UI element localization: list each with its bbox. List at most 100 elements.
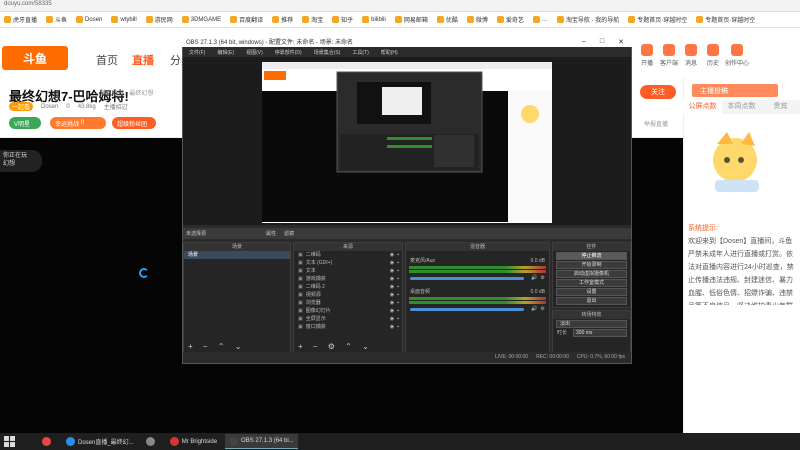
visibility-eye-icon[interactable]: ◉ bbox=[390, 283, 394, 291]
source-item[interactable]: ▣ 图像幻灯片 ◉ ▪ bbox=[294, 307, 402, 315]
bookmark-item[interactable]: 专题首页·穿越时空 bbox=[628, 15, 687, 24]
source-item[interactable]: ▣ 二维码 2 ◉ ▪ bbox=[294, 283, 402, 291]
lock-icon[interactable]: ▪ bbox=[397, 275, 399, 283]
volume-slider[interactable] bbox=[410, 307, 525, 311]
bookmark-item[interactable]: 淘宝 bbox=[302, 15, 323, 24]
bookmark-item[interactable]: 网易邮箱 bbox=[394, 15, 428, 24]
gear-icon[interactable]: ⚙ bbox=[541, 274, 545, 282]
breadcrumb-category[interactable]: 单机热游 · 最终幻想 bbox=[100, 88, 153, 97]
bookmark-item[interactable]: bilibili bbox=[362, 16, 386, 23]
bookmark-item[interactable]: 3DMGAME bbox=[181, 16, 221, 23]
lock-icon[interactable]: ▪ bbox=[397, 291, 399, 299]
obs-menu-item[interactable]: 帮助(H) bbox=[381, 49, 398, 56]
nav-live[interactable]: 直播 bbox=[132, 52, 154, 68]
url-text[interactable]: douyu.com/58335 bbox=[4, 1, 52, 7]
lock-icon[interactable]: ▪ bbox=[397, 323, 399, 331]
tab-vip[interactable]: 贵宾 bbox=[761, 100, 800, 114]
douyu-logo[interactable]: 斗鱼 bbox=[2, 46, 68, 70]
speaker-icon[interactable]: 🔊 bbox=[531, 274, 537, 282]
bookmark-item[interactable]: 斗鱼 bbox=[46, 15, 67, 24]
volume-slider[interactable] bbox=[410, 276, 525, 280]
tab-public-points[interactable]: 公屏点数 bbox=[683, 100, 722, 114]
streamer-name[interactable]: Dosen bbox=[41, 104, 58, 110]
bookmark-item[interactable]: 百度翻译 bbox=[230, 15, 263, 24]
source-item[interactable]: ▣ 二维码 ◉ ▪ bbox=[294, 251, 402, 259]
taskbar-app[interactable]: Mr Brightside bbox=[166, 434, 221, 449]
visibility-eye-icon[interactable]: ◉ bbox=[390, 267, 394, 275]
visibility-eye-icon[interactable]: ◉ bbox=[390, 259, 394, 267]
bookmark-item[interactable]: 淘宝导航 - 我的导航 bbox=[556, 15, 619, 24]
challenge-button[interactable]: 幸运挑战 0 bbox=[50, 117, 106, 129]
obs-menu-item[interactable]: 场景集合(S) bbox=[314, 49, 341, 56]
bookmark-item[interactable]: 爱奇艺 bbox=[496, 15, 524, 24]
visibility-eye-icon[interactable]: ◉ bbox=[390, 315, 394, 323]
bookmark-item[interactable]: 优酷 bbox=[436, 15, 458, 24]
visibility-eye-icon[interactable]: ◉ bbox=[390, 307, 394, 315]
bookmark-item[interactable]: 推荐 bbox=[272, 15, 293, 24]
nav-home[interactable]: 首页 bbox=[96, 52, 118, 68]
visibility-eye-icon[interactable]: ◉ bbox=[390, 291, 394, 299]
obs-menu-item[interactable]: 视图(V) bbox=[246, 49, 263, 56]
visibility-eye-icon[interactable]: ◉ bbox=[390, 251, 394, 259]
lock-icon[interactable]: ▪ bbox=[397, 299, 399, 307]
fanclub-button[interactable]: 超级粉丝团 bbox=[112, 117, 156, 129]
bookmark-item[interactable]: 专题首页·穿越时空 bbox=[696, 15, 755, 24]
taskbar-app[interactable] bbox=[38, 434, 58, 449]
bookmark-item[interactable]: wtybill bbox=[111, 16, 137, 23]
obs-titlebar[interactable]: OBS 27.1.3 (64 bit, windows) - 配置文件: 未命名… bbox=[182, 36, 632, 47]
anchor-submit-button[interactable]: 主播投稿 bbox=[692, 84, 778, 97]
source-item[interactable]: ▣ 游戏捕获 ◉ ▪ bbox=[294, 275, 402, 283]
lock-icon[interactable]: ▪ bbox=[397, 315, 399, 323]
maximize-icon[interactable]: □ bbox=[600, 38, 604, 46]
visibility-eye-icon[interactable]: ◉ bbox=[390, 323, 394, 331]
lock-icon[interactable]: ▪ bbox=[397, 307, 399, 315]
control-button-4[interactable]: 设置 bbox=[556, 288, 627, 296]
creator-center-icon[interactable]: 创作中心 bbox=[724, 44, 750, 67]
speaker-icon[interactable]: 🔊 bbox=[531, 305, 537, 313]
close-icon[interactable]: ✕ bbox=[618, 38, 624, 46]
duration-input[interactable]: 300 ms bbox=[573, 329, 627, 337]
tab-weekly-points[interactable]: 本周点数 bbox=[722, 100, 761, 114]
lock-icon[interactable]: ▪ bbox=[397, 267, 399, 275]
bookmark-item[interactable]: 游民网 bbox=[145, 15, 173, 24]
transition-select[interactable]: 淡出 bbox=[556, 320, 627, 328]
source-item[interactable]: ▣ 文本 (GDI+) ◉ ▪ bbox=[294, 259, 402, 267]
control-button-5[interactable]: 退出 bbox=[556, 297, 627, 305]
obs-menu-item[interactable]: 工具(T) bbox=[352, 49, 368, 56]
floating-game-card[interactable]: 你正在玩 幻想 bbox=[0, 150, 42, 172]
bookmark-item[interactable]: … bbox=[532, 16, 548, 23]
history-icon[interactable]: 历史 bbox=[700, 44, 726, 67]
source-item[interactable]: ▣ 文本 ◉ ▪ bbox=[294, 267, 402, 275]
windows-start-icon[interactable] bbox=[4, 436, 15, 447]
scene-item[interactable]: 场景 bbox=[184, 251, 290, 259]
follow-button[interactable]: 关注 bbox=[640, 85, 676, 99]
visibility-eye-icon[interactable]: ◉ bbox=[390, 275, 394, 283]
control-button-0[interactable]: 停止推流 bbox=[556, 252, 627, 260]
lock-icon[interactable]: ▪ bbox=[397, 251, 399, 259]
source-item[interactable]: ▣ 窗口捕获 ◉ ▪ bbox=[294, 323, 402, 331]
obs-menu-item[interactable]: 停靠部件(D) bbox=[275, 49, 302, 56]
source-item[interactable]: ▣ 全屏显示 ◉ ▪ bbox=[294, 315, 402, 323]
control-button-3[interactable]: 工作室模式 bbox=[556, 279, 627, 287]
source-toolbar[interactable]: + − ⚙ ⌃ ⌄ bbox=[298, 342, 373, 351]
control-button-1[interactable]: 开始录制 bbox=[556, 261, 627, 269]
obs-preview-canvas[interactable] bbox=[262, 62, 552, 223]
taskbar-app[interactable]: Dosen直播_最终幻... bbox=[62, 434, 138, 449]
gear-icon[interactable]: ⚙ bbox=[541, 305, 545, 313]
obs-menu-item[interactable]: 编辑(E) bbox=[217, 49, 234, 56]
bookmark-item[interactable]: 微博 bbox=[466, 15, 488, 24]
source-item[interactable]: ▣ 浏览器 ◉ ▪ bbox=[294, 299, 402, 307]
properties-button[interactable]: 属性 bbox=[266, 230, 276, 237]
taskbar-app[interactable] bbox=[142, 434, 162, 449]
minimize-icon[interactable]: – bbox=[582, 38, 586, 46]
visibility-eye-icon[interactable]: ◉ bbox=[390, 299, 394, 307]
control-button-2[interactable]: 启动虚拟摄像机 bbox=[556, 270, 627, 278]
bookmark-item[interactable]: 知乎 bbox=[332, 15, 353, 24]
lock-icon[interactable]: ▪ bbox=[397, 283, 399, 291]
filters-button[interactable]: 滤镜 bbox=[284, 230, 294, 237]
browser-address-bar[interactable]: douyu.com/58335 bbox=[0, 0, 800, 12]
taskbar-app[interactable]: OBS 27.1.3 (64 bi... bbox=[225, 434, 298, 449]
obs-menu-item[interactable]: 文件(F) bbox=[189, 49, 205, 56]
lock-icon[interactable]: ▪ bbox=[397, 259, 399, 267]
source-item[interactable]: ▣ 视频源 ◉ ▪ bbox=[294, 291, 402, 299]
